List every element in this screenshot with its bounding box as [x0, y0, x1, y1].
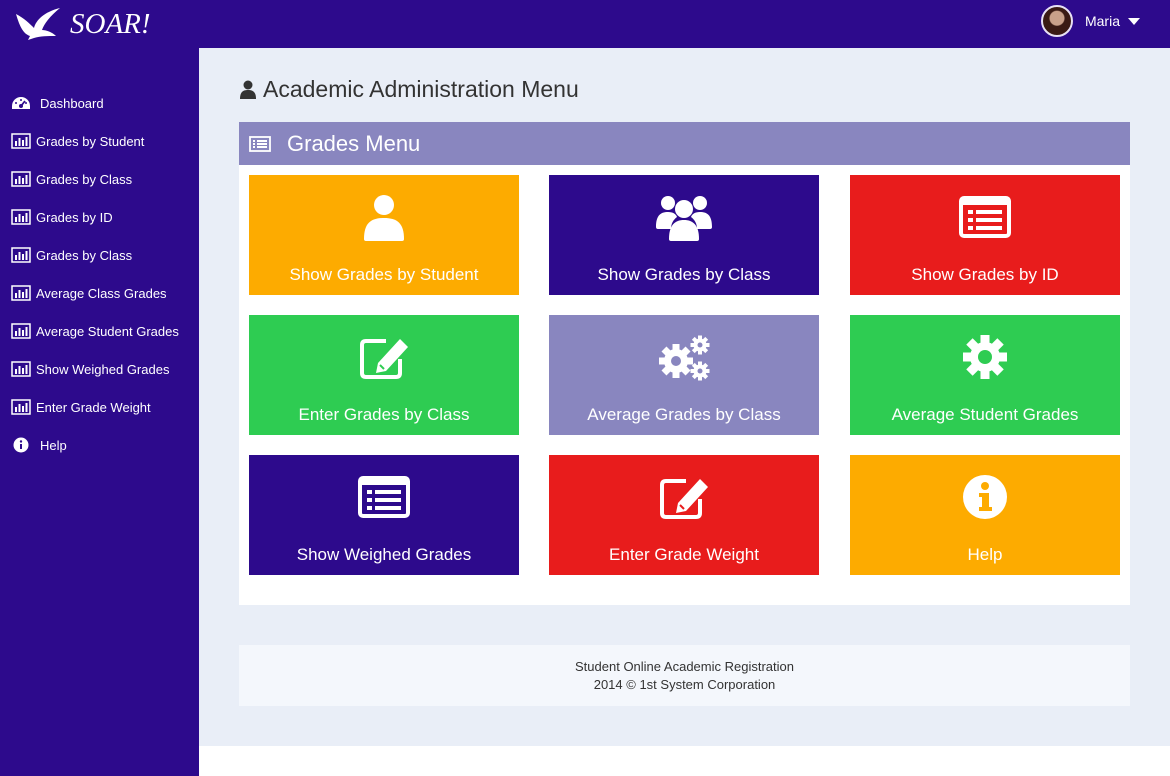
sidebar: Dashboard Grades by Student Grades by Cl…: [0, 48, 199, 776]
list-icon: [957, 191, 1013, 243]
footer-line-1: Student Online Academic Registration: [575, 659, 794, 674]
bar-chart-icon: [10, 285, 32, 301]
page-title-text: Academic Administration Menu: [263, 76, 579, 102]
tile-label: Show Weighed Grades: [296, 545, 472, 564]
tile-label: Enter Grades by Class: [298, 405, 470, 424]
info-icon: [10, 437, 32, 453]
dashboard-icon: [10, 95, 32, 111]
footer-line-2: 2014 © 1st System Corporation: [593, 677, 776, 692]
bar-chart-icon: [10, 209, 32, 225]
user-menu[interactable]: Maria: [1040, 5, 1140, 37]
bar-chart-icon: [10, 361, 32, 377]
tile-enter-grades-by-class[interactable]: Enter Grades by Class: [249, 315, 519, 435]
sidebar-item-label: Average Class Grades: [36, 285, 167, 301]
edit-icon: [656, 471, 712, 523]
logo[interactable]: SOAR!: [14, 6, 151, 42]
tile-label: Average Grades by Class: [587, 405, 781, 424]
list-icon: [249, 135, 271, 152]
bar-chart-icon: [10, 399, 32, 415]
bar-chart-icon: [10, 323, 32, 339]
tile-show-weighed-grades[interactable]: Show Weighed Grades: [249, 455, 519, 575]
grades-menu-panel: Grades Menu Show Grades by Student Show …: [239, 122, 1130, 605]
sidebar-item-label: Average Student Grades: [36, 323, 179, 339]
edit-icon: [356, 331, 412, 383]
bar-chart-icon: [10, 247, 32, 263]
tile-label: Help: [967, 545, 1003, 564]
user-icon: [240, 80, 256, 99]
users-icon: [656, 191, 712, 243]
sidebar-item-average-student-grades[interactable]: Average Student Grades: [0, 312, 199, 350]
tile-label: Enter Grade Weight: [609, 545, 759, 564]
tile-help[interactable]: Help: [850, 455, 1120, 575]
bar-chart-icon: [10, 171, 32, 187]
sidebar-item-grades-by-class-2[interactable]: Grades by Class: [0, 236, 199, 274]
bird-logo-icon: [16, 8, 60, 40]
tile-average-student-grades[interactable]: Average Student Grades: [850, 315, 1120, 435]
tile-label: Show Grades by ID: [911, 265, 1059, 284]
tile-label: Show Grades by Class: [597, 265, 771, 284]
tile-label: Show Grades by Student: [289, 265, 479, 284]
panel-title: Grades Menu: [287, 130, 421, 156]
sidebar-item-average-class-grades[interactable]: Average Class Grades: [0, 274, 199, 312]
tile-average-grades-by-class[interactable]: Average Grades by Class: [549, 315, 819, 435]
user-icon: [356, 191, 412, 243]
panel-header: Grades Menu: [239, 122, 1130, 165]
sidebar-item-label: Dashboard: [40, 95, 104, 111]
main-content: Academic Administration Menu Grades Menu…: [199, 48, 1170, 746]
sidebar-item-label: Help: [40, 437, 67, 453]
tile-show-grades-by-id[interactable]: Show Grades by ID: [850, 175, 1120, 295]
bar-chart-icon: [10, 133, 32, 149]
sidebar-item-label: Grades by Student: [36, 133, 145, 149]
user-name[interactable]: Maria: [1085, 13, 1120, 29]
sidebar-item-label: Enter Grade Weight: [36, 399, 151, 415]
sidebar-item-label: Grades by ID: [36, 209, 113, 225]
sidebar-item-help[interactable]: Help: [0, 426, 199, 464]
sidebar-item-label: Grades by Class: [36, 247, 133, 263]
sidebar-item-grades-by-student[interactable]: Grades by Student: [0, 122, 199, 160]
tile-show-grades-by-student[interactable]: Show Grades by Student: [249, 175, 519, 295]
chevron-down-icon[interactable]: [1128, 17, 1140, 25]
info-icon: [957, 471, 1013, 523]
sidebar-item-enter-grade-weight[interactable]: Enter Grade Weight: [0, 388, 199, 426]
sidebar-item-label: Show Weighed Grades: [36, 361, 170, 377]
list-icon: [356, 471, 412, 523]
gear-icon: [957, 331, 1013, 383]
sidebar-item-grades-by-class[interactable]: Grades by Class: [0, 160, 199, 198]
sidebar-item-label: Grades by Class: [36, 171, 133, 187]
sidebar-item-grades-by-id[interactable]: Grades by ID: [0, 198, 199, 236]
tile-enter-grade-weight[interactable]: Enter Grade Weight: [549, 455, 819, 575]
tile-show-grades-by-class[interactable]: Show Grades by Class: [549, 175, 819, 295]
logo-text: SOAR!: [70, 7, 151, 40]
avatar[interactable]: [1040, 5, 1073, 37]
gears-icon: [656, 331, 712, 383]
page-title: Academic Administration Menu: [239, 76, 579, 103]
sidebar-item-dashboard[interactable]: Dashboard: [0, 84, 199, 122]
top-bar: SOAR! Maria: [0, 0, 1170, 48]
footer: Student Online Academic Registration 201…: [239, 645, 1130, 706]
sidebar-item-show-weighed-grades[interactable]: Show Weighed Grades: [0, 350, 199, 388]
tile-label: Average Student Grades: [891, 405, 1079, 424]
